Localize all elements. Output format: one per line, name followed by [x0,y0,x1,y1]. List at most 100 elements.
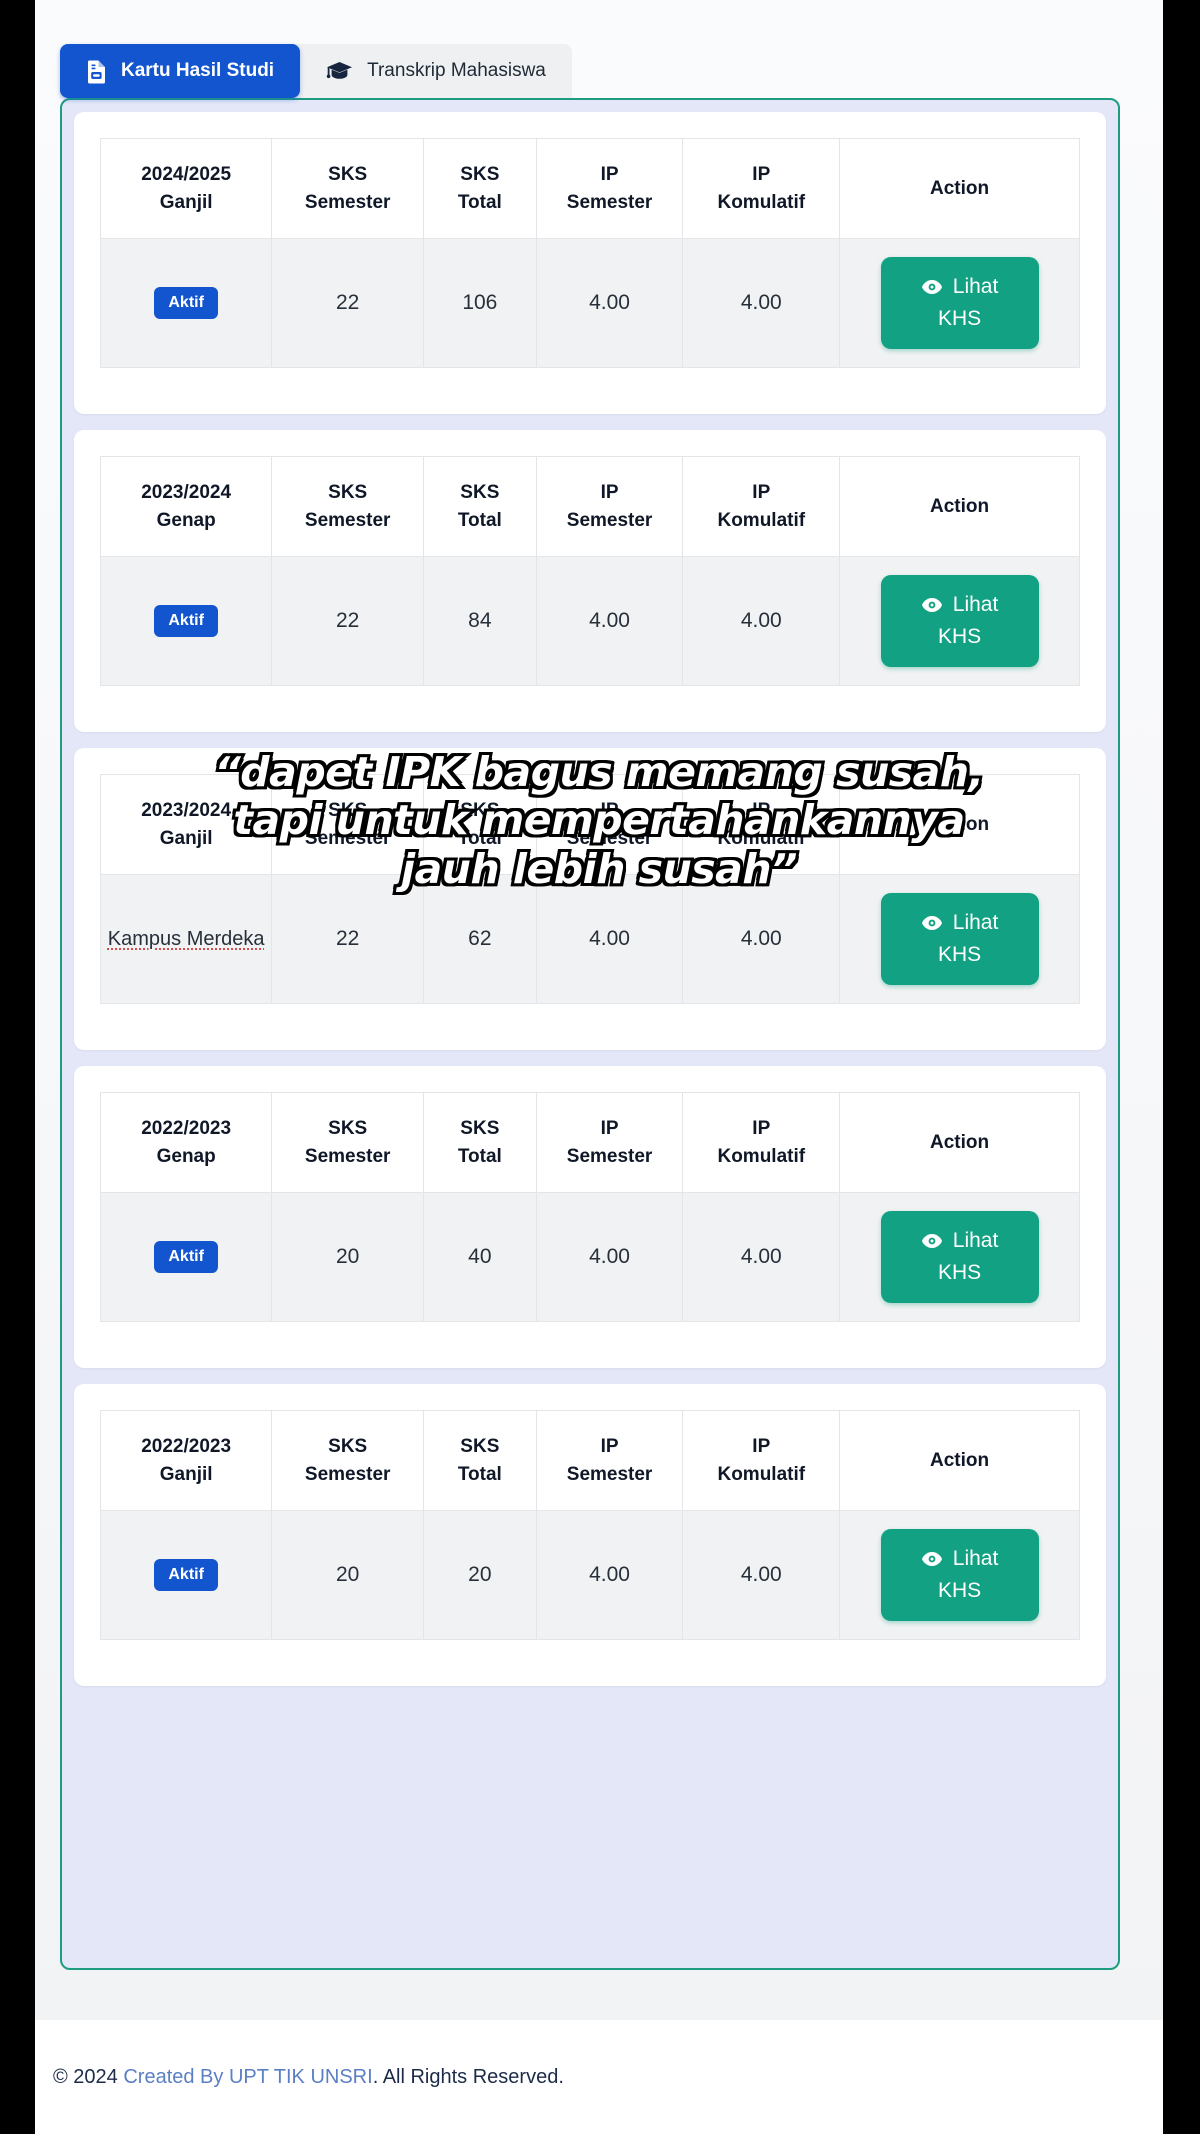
status-badge: Aktif [154,1241,218,1274]
copyright-suffix: . All Rights Reserved. [372,2065,564,2088]
cell-sks-total: 62 [423,874,537,1005]
column-period: 2022/2023 Genap [99,1092,273,1194]
tab-kartu-hasil-studi[interactable]: Kartu Hasil Studi [60,44,301,98]
tab-bar: Kartu Hasil Studi Transkrip Mahasiswa [60,44,572,98]
lihat-khs-label-2: KHS [937,1261,982,1285]
column-ip-semester: IP Semester [535,137,684,240]
lihat-khs-label-1: Lihat [952,274,999,298]
lihat-khs-label-2: KHS [937,306,982,330]
column-period: 2023/2024 Genap [99,456,273,558]
eye-icon [921,1233,943,1249]
status-badge: Aktif [154,1559,218,1592]
lihat-khs-label-1: Lihat [952,1547,999,1571]
column-ip-komulatif: IP Komulatif [682,137,841,240]
column-action: Action [839,1410,1080,1512]
cell-ip-komulatif: 4.00 [682,238,841,369]
lihat-khs-button[interactable]: Lihat KHS [880,893,1039,986]
eye-icon [921,597,943,613]
khs-card-list: 2024/2025 Ganjil SKS Semester SKS Total IP S… [62,100,1118,1968]
cell-sks-semester: 22 [271,874,425,1005]
graduation-cap-icon [326,60,353,82]
table-header-row: 2023/2024 Genap SKS Semester SKS Total IP Se… [99,456,1080,558]
khs-table: 2022/2023 Ganjil SKS Semester SKS Total IP S… [99,1410,1080,1641]
semester-card: 2023/2024 Ganjil SKS Semester SKS Total IP S… [74,748,1106,1051]
cell-sks-total: 84 [423,556,537,687]
column-period: 2022/2023 Ganjil [99,1410,273,1512]
lihat-khs-button[interactable]: Lihat KHS [880,1211,1039,1304]
column-ip-komulatif: IP Komulatif [682,774,841,876]
semester-card: 2023/2024 Genap SKS Semester SKS Total IP Se… [74,430,1106,733]
cell-ip-komulatif: 4.00 [682,874,841,1005]
column-sks-total: SKS Total [423,1092,537,1194]
tab-label: Transkrip Mahasiswa [367,60,546,81]
table-row: Kampus Merdeka 22 62 4.00 4.00 Lihat KHS [99,874,1080,1005]
table-header-row: 2023/2024 Ganjil SKS Semester SKS Total IP S… [99,774,1080,876]
column-sks-total: SKS Total [423,137,537,240]
upt-tik-unsri-link[interactable]: Created By UPT TIK UNSRI [123,2066,372,2088]
cell-ip-semester: 4.00 [535,1192,684,1323]
lihat-khs-label-1: Lihat [952,1229,999,1253]
cell-ip-semester: 4.00 [535,874,684,1005]
eye-icon [921,1551,943,1567]
cell-ip-semester: 4.00 [535,556,684,687]
lihat-khs-label-2: KHS [937,1579,982,1603]
column-sks-total: SKS Total [423,1410,537,1512]
column-action: Action [839,456,1080,558]
lihat-khs-button[interactable]: Lihat KHS [880,257,1039,350]
lihat-khs-label-2: KHS [937,625,982,649]
document-icon [86,59,107,84]
page-footer: © 2024 Created By UPT TIK UNSRI. All Rig… [35,2020,1163,2134]
cell-action: Lihat KHS [839,1192,1080,1323]
lihat-khs-label-1: Lihat [952,593,999,617]
column-action: Action [839,774,1080,876]
column-ip-semester: IP Semester [535,1410,684,1512]
cell-action: Lihat KHS [839,874,1080,1005]
column-ip-semester: IP Semester [535,1092,684,1194]
status-badge: Aktif [154,605,218,638]
table-header-row: 2022/2023 Ganjil SKS Semester SKS Total IP S… [99,1410,1080,1512]
eye-icon [921,915,943,931]
cell-ip-semester: 4.00 [535,1510,684,1641]
table-header-row: 2022/2023 Genap SKS Semester SKS Total IP Se… [99,1092,1080,1194]
khs-table: 2023/2024 Genap SKS Semester SKS Total IP Se… [99,456,1080,687]
cell-sks-total: 40 [423,1192,537,1323]
column-ip-komulatif: IP Komulatif [682,456,841,558]
cell-action: Lihat KHS [839,238,1080,369]
tab-transkrip-mahasiswa[interactable]: Transkrip Mahasiswa [300,44,572,98]
tab-label: Kartu Hasil Studi [121,60,275,81]
table-header-row: 2024/2025 Ganjil SKS Semester SKS Total IP S… [99,137,1080,240]
column-sks-semester: SKS Semester [271,1092,425,1194]
column-sks-semester: SKS Semester [271,456,425,558]
khs-panel: 2024/2025 Ganjil SKS Semester SKS Total IP S… [60,98,1120,1970]
copyright-text: © 2024 Created By UPT TIK UNSRI. All Rig… [35,2066,564,2089]
column-sks-semester: SKS Semester [271,1410,425,1512]
column-action: Action [839,1092,1080,1194]
semester-card: 2022/2023 Ganjil SKS Semester SKS Total IP S… [74,1384,1106,1687]
khs-table: 2024/2025 Ganjil SKS Semester SKS Total IP S… [99,137,1080,369]
cell-status: Aktif [99,556,273,687]
cell-status: Aktif [99,1192,273,1323]
cell-sks-semester: 20 [271,1510,425,1641]
cell-sks-semester: 20 [271,1192,425,1323]
table-row: Aktif 20 40 4.00 4.00 Lihat KHS [99,1192,1080,1323]
lihat-khs-label-1: Lihat [952,911,999,935]
column-action: Action [839,137,1080,240]
cell-sks-semester: 22 [271,556,425,687]
page-sheet: Kartu Hasil Studi Transkrip Mahasiswa 20… [35,0,1163,2134]
screen-capture: Kartu Hasil Studi Transkrip Mahasiswa 20… [0,0,1200,2134]
status-text: Kampus Merdeka [107,927,265,950]
column-ip-semester: IP Semester [535,456,684,558]
khs-table: 2023/2024 Ganjil SKS Semester SKS Total IP S… [99,774,1080,1005]
column-sks-semester: SKS Semester [271,774,425,876]
semester-card: 2022/2023 Genap SKS Semester SKS Total IP Se… [74,1066,1106,1369]
khs-table: 2022/2023 Genap SKS Semester SKS Total IP Se… [99,1092,1080,1323]
table-row: Aktif 20 20 4.00 4.00 Lihat KHS [99,1510,1080,1641]
lihat-khs-button[interactable]: Lihat KHS [880,575,1039,668]
cell-sks-total: 20 [423,1510,537,1641]
semester-card: 2024/2025 Ganjil SKS Semester SKS Total IP S… [74,112,1106,415]
column-sks-semester: SKS Semester [271,137,425,240]
cell-sks-semester: 22 [271,238,425,369]
cell-sks-total: 106 [423,238,537,369]
lihat-khs-button[interactable]: Lihat KHS [880,1529,1039,1622]
cell-ip-komulatif: 4.00 [682,1192,841,1323]
